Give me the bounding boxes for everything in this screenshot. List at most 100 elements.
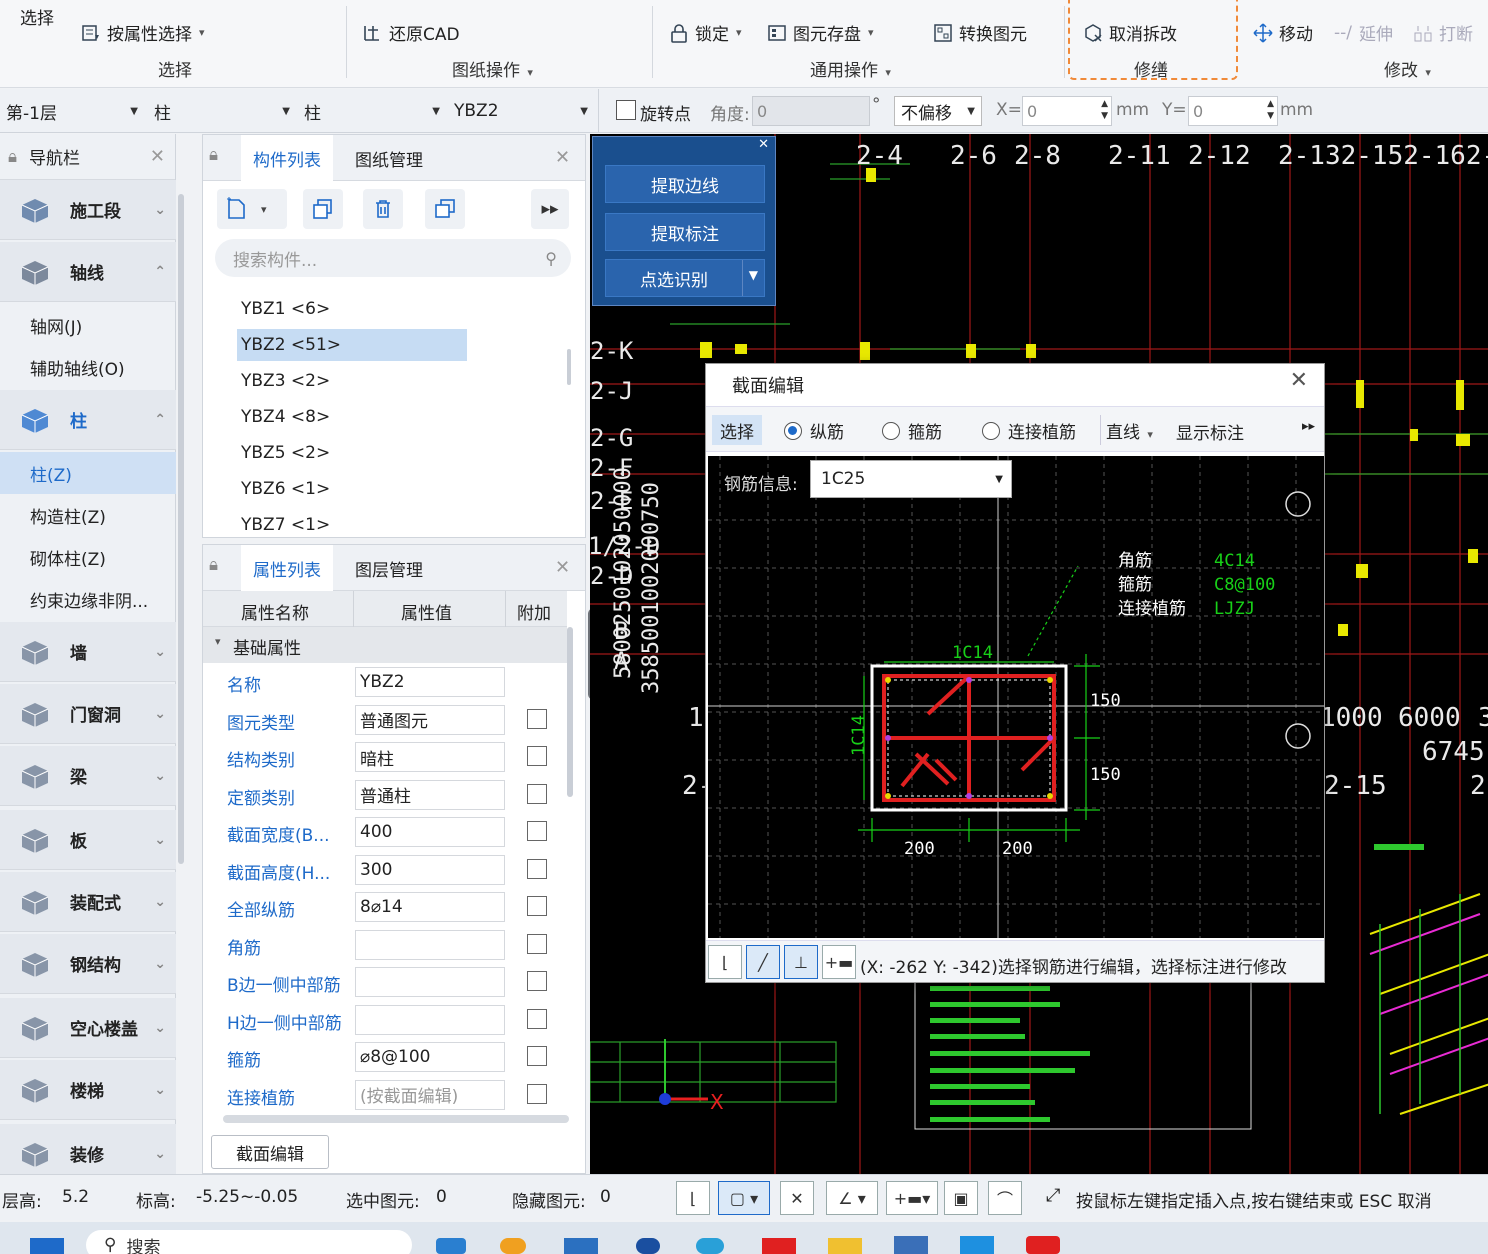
radio-stirrup[interactable]: 箍筋 [882, 418, 942, 443]
chevron-icon[interactable]: ⌃ [154, 412, 166, 428]
spinner-icon[interactable]: ▲ ▼ [1101, 98, 1108, 122]
arc-icon[interactable]: ⌒ [988, 1181, 1022, 1215]
cancel-split-button[interactable]: 取消拆改 [1082, 20, 1177, 45]
ortho-icon[interactable]: ⌊ [676, 1181, 710, 1215]
nav-item-column[interactable]: 构造柱(Z) [0, 494, 176, 536]
lock-button[interactable]: 锁定 ▾ [668, 20, 742, 45]
property-value[interactable]: 暗柱 [355, 742, 505, 772]
convert-element-button[interactable]: 转换图元 [932, 20, 1027, 45]
app-icon[interactable] [1026, 1236, 1060, 1254]
group-title-modify[interactable]: 修改 ▾ [1384, 56, 1431, 81]
nav-item-column[interactable]: 柱(Z) [0, 452, 176, 494]
polar-icon[interactable]: ╱ [746, 945, 780, 979]
group-title-drawing-ops[interactable]: 图纸操作 ▾ [452, 56, 533, 81]
group-title-general-ops[interactable]: 通用操作 ▾ [810, 56, 891, 81]
nav-category-5[interactable]: 梁 ⌄ [0, 746, 176, 806]
property-value[interactable]: ⌀8@100 [355, 1042, 505, 1072]
offset-mode-select[interactable]: 不偏移 ▼ [894, 96, 982, 126]
extend-button[interactable]: --/ 延伸 [1332, 20, 1393, 46]
select-button[interactable]: 选择 [20, 4, 54, 29]
property-value[interactable]: 普通柱 [355, 779, 505, 810]
nav-category-1[interactable]: 轴线 ⌃ [0, 242, 176, 302]
extra-checkbox[interactable] [527, 783, 547, 804]
extract-edge-button[interactable]: 提取边线 [605, 165, 765, 203]
list-item[interactable]: YBZ4 <8> [237, 401, 467, 433]
list-item[interactable]: YBZ7 <1> [237, 509, 467, 541]
folder-icon[interactable] [828, 1238, 862, 1254]
browser-icon[interactable] [696, 1238, 724, 1254]
app-icon[interactable] [436, 1238, 466, 1254]
cross-icon[interactable]: ✕ [780, 1181, 814, 1215]
extra-checkbox[interactable] [527, 896, 547, 916]
extra-checkbox[interactable] [527, 746, 547, 766]
move-button[interactable]: 移动 [1252, 20, 1313, 45]
close-icon[interactable]: ✕ [150, 146, 165, 167]
spinner-icon[interactable]: ▲ ▼ [1267, 98, 1274, 122]
close-icon[interactable]: ✕ [758, 137, 769, 152]
section-canvas[interactable]: 角筋 箍筋 连接植筋 150 150 200 200 4C14 C8@100 LJZJ 1C… [708, 456, 1324, 938]
list-scrollbar[interactable] [567, 349, 571, 385]
nav-category-9[interactable]: 空心楼盖 ⌄ [0, 998, 176, 1058]
tab-attributes[interactable]: 属性列表 [241, 545, 333, 591]
search-icon[interactable]: ⚲ [545, 249, 557, 268]
point-recognize-button[interactable]: 点选识别 ▼ [605, 259, 765, 297]
nav-category-0[interactable]: 施工段 ⌄ [0, 180, 176, 240]
nav-category-10[interactable]: 楼梯 ⌄ [0, 1060, 176, 1120]
snap-rect-icon[interactable]: ▢ ▾ [718, 1181, 770, 1215]
section-edit-button[interactable]: 截面编辑 [211, 1135, 329, 1169]
x-offset-input[interactable]: 0 ▲ ▼ [1022, 96, 1112, 126]
nav-category-8[interactable]: 钢结构 ⌄ [0, 934, 176, 994]
close-icon[interactable]: ✕ [555, 147, 570, 168]
app-icon[interactable] [500, 1238, 526, 1254]
insert-point-icon[interactable]: +▬▾ [886, 1181, 938, 1215]
new-component-button[interactable]: ▾ [217, 189, 287, 229]
chevron-icon[interactable]: ⌄ [154, 832, 166, 848]
property-hscrollbar[interactable] [223, 1115, 569, 1123]
element-subtype-select[interactable]: 柱 ▼ [298, 97, 446, 125]
app-icon[interactable] [894, 1236, 928, 1254]
extra-checkbox[interactable] [527, 1046, 547, 1066]
extra-checkbox[interactable] [527, 858, 547, 879]
close-icon[interactable]: ✕ [1290, 368, 1308, 393]
nav-item-column[interactable]: 砌体柱(Z) [0, 536, 176, 578]
extra-checkbox[interactable] [527, 821, 547, 841]
display-icon[interactable]: ▣ [944, 1181, 978, 1215]
y-offset-input[interactable]: 0 ▲ ▼ [1188, 96, 1278, 126]
list-item[interactable]: YBZ5 <2> [237, 437, 467, 469]
layer-copy-button[interactable] [425, 189, 465, 229]
extra-checkbox[interactable] [527, 1083, 547, 1104]
angle-input[interactable]: 0 [752, 96, 870, 126]
extra-checkbox[interactable] [527, 971, 547, 991]
wps-icon[interactable] [762, 1238, 796, 1254]
nav-item-axis[interactable]: 辅助轴线(O) [0, 346, 176, 388]
element-type-select[interactable]: 柱 ▼ [148, 97, 296, 125]
more-icon[interactable]: ▸▸ [531, 189, 569, 229]
property-value[interactable]: 300 [355, 854, 505, 885]
delete-component-button[interactable] [363, 189, 403, 229]
list-item[interactable]: YBZ3 <2> [237, 365, 467, 397]
property-value[interactable]: 普通图元 [355, 704, 505, 735]
restore-cad-button[interactable]: 还原CAD [362, 20, 460, 45]
select-mode-button[interactable]: 选择 [712, 415, 762, 445]
property-value[interactable]: 400 [355, 817, 505, 847]
nav-category-3[interactable]: 墙 ⌄ [0, 622, 176, 682]
lock-icon[interactable]: 🔒︎ [209, 145, 218, 165]
component-select[interactable]: YBZ2 ▼ [448, 97, 594, 125]
property-value[interactable]: (按截面编辑) [355, 1079, 505, 1110]
list-item[interactable]: YBZ1 <6> [237, 293, 467, 325]
more-icon[interactable]: ▸▸ [1302, 419, 1315, 434]
chevron-icon[interactable]: ⌄ [154, 706, 166, 722]
rotate-point-checkbox[interactable] [616, 100, 636, 120]
chevron-icon[interactable]: ⌃ [154, 264, 166, 280]
property-value[interactable]: 8⌀14 [355, 892, 505, 922]
tab-drawing-management[interactable]: 图纸管理 [343, 135, 435, 181]
chevron-icon[interactable]: ⌄ [154, 1082, 166, 1098]
floor-select[interactable]: 第-1层 ▼ [0, 97, 144, 125]
app-icon[interactable] [564, 1238, 598, 1254]
property-value[interactable] [355, 1004, 505, 1035]
hp-icon[interactable] [636, 1238, 660, 1254]
chevron-icon[interactable]: ⌄ [154, 894, 166, 910]
extra-checkbox[interactable] [527, 933, 547, 954]
select-by-attr-button[interactable]: 按属性选择 ▾ [80, 20, 205, 45]
app-icon[interactable] [960, 1236, 994, 1254]
